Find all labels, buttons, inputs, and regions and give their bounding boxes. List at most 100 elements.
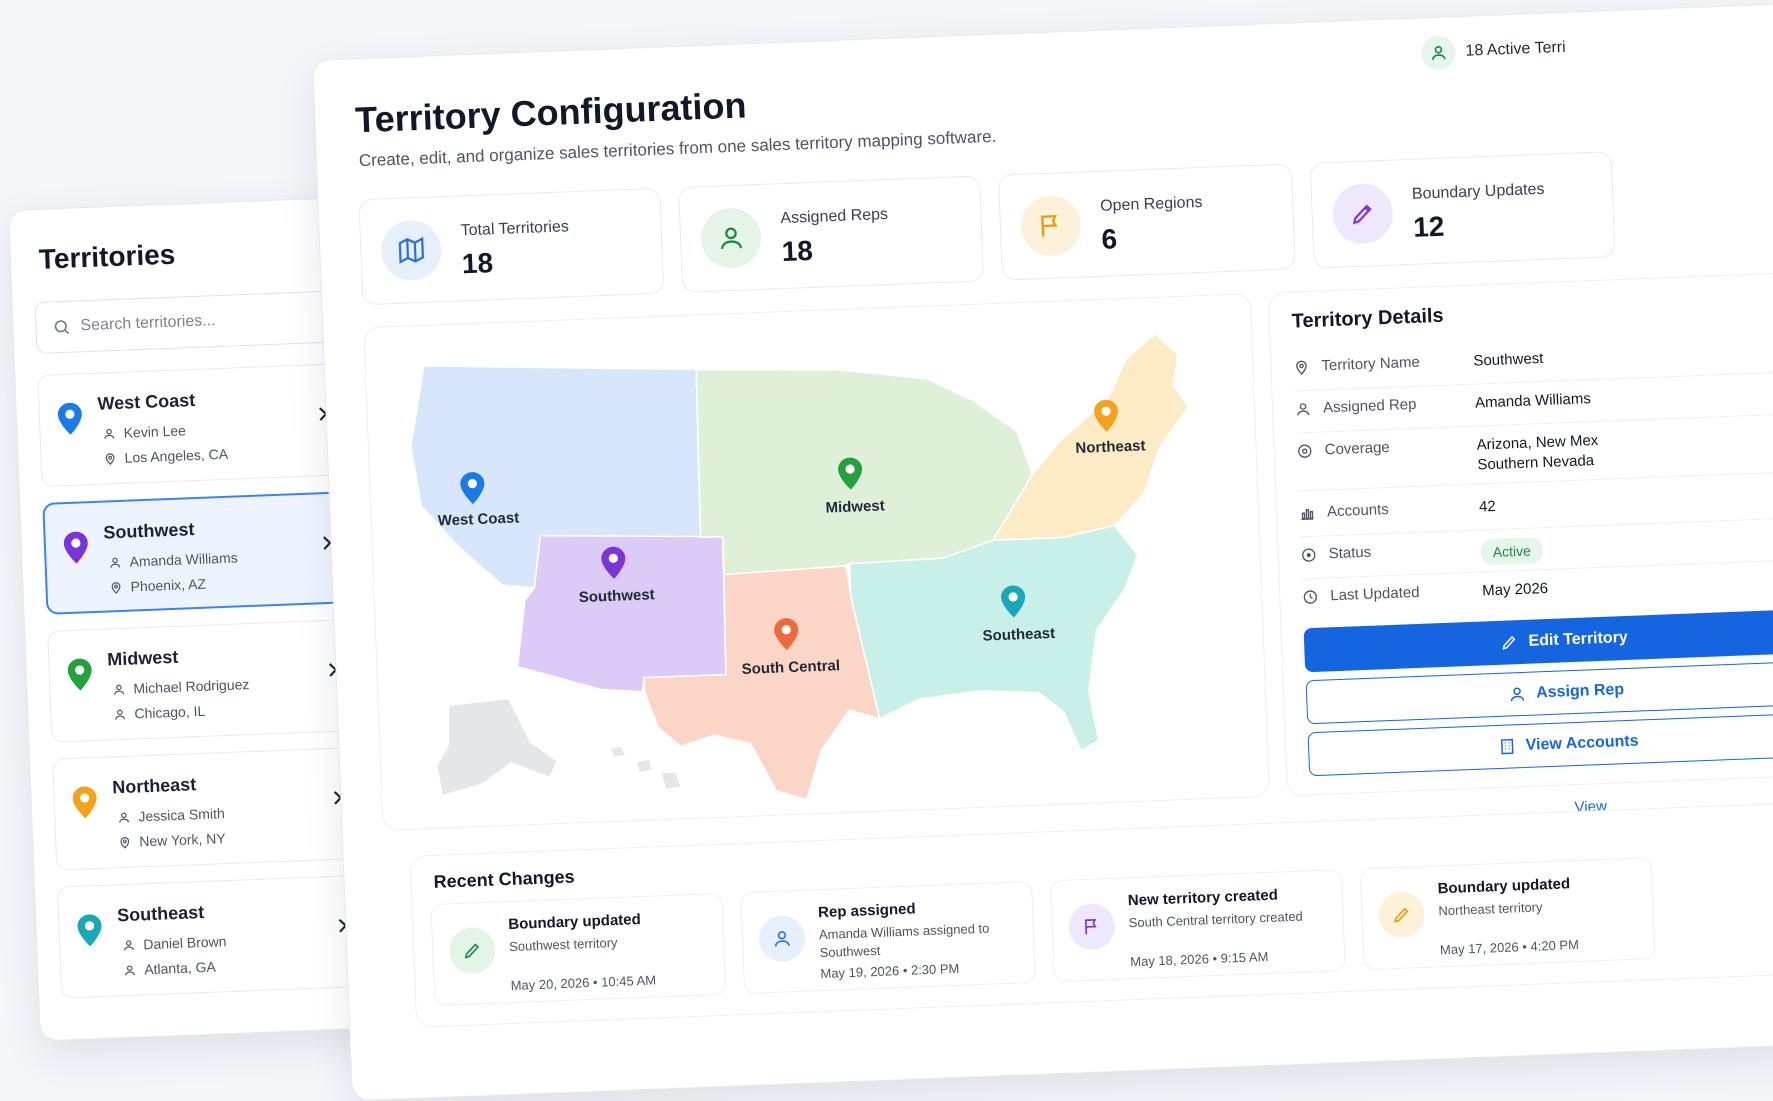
- edit-territory-button[interactable]: Edit Territory: [1304, 608, 1773, 672]
- change-description: Northeast territory: [1438, 895, 1639, 921]
- user-icon: [122, 938, 135, 951]
- flag-icon: [1081, 916, 1102, 937]
- territories-title: Territories: [38, 239, 176, 276]
- user-outline-icon: [1295, 400, 1312, 417]
- change-timestamp: May 19, 2026 • 2:30 PM: [820, 961, 959, 981]
- territory-name: Southwest: [103, 519, 195, 543]
- search-input[interactable]: Search territories...: [35, 290, 343, 354]
- territory-location: New York, NY: [139, 830, 226, 849]
- pencil-icon: [1349, 200, 1376, 227]
- territory-name: Southeast: [117, 902, 205, 926]
- label-southeast: Southeast: [982, 625, 1055, 645]
- user-icon: [772, 928, 793, 949]
- change-item[interactable]: New territory created South Central terr…: [1050, 869, 1346, 982]
- recent-changes-title: Recent Changes: [433, 867, 575, 893]
- coverage-line-2: Southern Nevada: [1477, 451, 1599, 476]
- stat-value: 18: [461, 247, 493, 280]
- clock-icon: [1302, 588, 1319, 605]
- detail-label: Assigned Rep: [1323, 396, 1417, 417]
- search-icon: [52, 318, 71, 337]
- change-title: Boundary updated: [508, 911, 641, 933]
- user-icon: [1429, 43, 1448, 62]
- territory-item-southeast[interactable]: Southeast Daniel Brown Atlanta, GA: [57, 875, 371, 999]
- territory-location: Los Angeles, CA: [124, 446, 228, 466]
- view-accounts-button[interactable]: View Accounts: [1308, 712, 1773, 776]
- user-icon: [123, 963, 136, 976]
- stat-value: 18: [781, 235, 813, 268]
- label-west-coast: West Coast: [437, 509, 519, 529]
- pencil-icon: [462, 940, 483, 961]
- map-pin-icon: [63, 531, 88, 564]
- user-icon: [1508, 685, 1527, 704]
- territory-rep: Amanda Williams: [129, 549, 238, 569]
- map-pin-icon: [57, 402, 82, 435]
- view-accounts-label: View Accounts: [1525, 733, 1639, 755]
- change-item[interactable]: Boundary updated Northeast territory May…: [1360, 857, 1656, 970]
- location-icon: [109, 580, 122, 593]
- pencil-icon: [1500, 633, 1519, 652]
- change-timestamp: May 20, 2026 • 10:45 AM: [510, 972, 656, 993]
- change-title: New territory created: [1128, 887, 1279, 910]
- change-title: Boundary updated: [1437, 875, 1570, 897]
- building-icon: [1497, 737, 1516, 756]
- pin-outline-icon: [1293, 358, 1310, 375]
- territory-location: Atlanta, GA: [144, 959, 216, 978]
- flag-icon: [1036, 211, 1065, 240]
- territory-item-west-coast[interactable]: West Coast Kevin Lee Los Angeles, CA: [37, 363, 351, 487]
- search-placeholder: Search territories...: [80, 312, 216, 335]
- territory-map-card: West Coast Southwest Midwest Northeast S…: [363, 293, 1270, 831]
- territory-rep: Michael Rodriguez: [133, 676, 249, 696]
- stat-label: Assigned Reps: [780, 206, 888, 228]
- map-icon: [396, 235, 427, 266]
- detail-value: Active: [1480, 537, 1543, 565]
- territory-rep: Jessica Smith: [138, 805, 225, 824]
- detail-label: Status: [1328, 544, 1371, 563]
- detail-value: Arizona, New MexSouthern Nevada: [1476, 431, 1599, 476]
- detail-label: Territory Name: [1321, 354, 1420, 375]
- user-icon: [112, 682, 125, 695]
- stat-value: 12: [1413, 211, 1445, 244]
- territory-location: Chicago, IL: [134, 703, 205, 722]
- territory-map[interactable]: West Coast Southwest Midwest Northeast S…: [364, 294, 1269, 830]
- location-icon: [118, 835, 131, 848]
- map-pin-icon: [72, 786, 97, 819]
- territory-item-southwest[interactable]: Southwest Amanda Williams Phoenix, AZ: [42, 491, 356, 615]
- status-badge: Active: [1480, 537, 1543, 565]
- target-icon: [1296, 442, 1313, 459]
- territory-item-midwest[interactable]: Midwest Michael Rodriguez Chicago, IL: [47, 619, 361, 743]
- user-icon: [113, 707, 126, 720]
- edit-territory-label: Edit Territory: [1528, 629, 1628, 651]
- territory-name: West Coast: [97, 390, 195, 415]
- detail-value: May 2026: [1482, 579, 1549, 602]
- stat-label: Open Regions: [1100, 194, 1203, 216]
- territory-item-northeast[interactable]: Northeast Jessica Smith New York, NY: [52, 747, 366, 871]
- map-pin-icon: [67, 658, 92, 691]
- change-item[interactable]: Rep assigned Amanda Williams assigned to…: [740, 881, 1036, 994]
- stat-value: 6: [1101, 223, 1118, 256]
- stat-card-boundary-updates: Boundary Updates 12: [1310, 151, 1616, 269]
- change-item[interactable]: Boundary updated Southwest territory May…: [430, 893, 726, 1006]
- stat-label: Total Territories: [460, 218, 569, 240]
- change-timestamp: May 18, 2026 • 9:15 AM: [1130, 949, 1269, 969]
- detail-label: Coverage: [1324, 439, 1390, 458]
- user-icon: [117, 810, 130, 823]
- territory-rep: Kevin Lee: [123, 422, 186, 440]
- map-pin-icon: [77, 914, 102, 947]
- assign-rep-button[interactable]: Assign Rep: [1306, 660, 1773, 724]
- status-icon: [1300, 546, 1317, 563]
- active-territories-text: 18 Active Terri: [1465, 39, 1566, 61]
- territory-configuration-panel: Territory Configuration Create, edit, an…: [312, 2, 1773, 1101]
- assign-rep-label: Assign Rep: [1536, 681, 1625, 702]
- user-icon: [108, 555, 121, 568]
- change-title: Rep assigned: [818, 900, 916, 921]
- pencil-icon: [1391, 904, 1412, 925]
- territory-name: Northeast: [112, 774, 197, 798]
- active-territories-badge: 18 Active Terri: [1421, 31, 1566, 71]
- stat-card-total-territories: Total Territories 18: [358, 188, 664, 306]
- region-hawaii: [611, 744, 681, 791]
- territory-name: Midwest: [107, 647, 179, 671]
- detail-label: Accounts: [1327, 501, 1389, 520]
- change-description: Amanda Williams assigned to Southwest: [819, 919, 1020, 963]
- change-description: South Central territory created: [1128, 907, 1329, 933]
- territory-details-card: Territory Details Territory Name Southwe…: [1268, 271, 1773, 796]
